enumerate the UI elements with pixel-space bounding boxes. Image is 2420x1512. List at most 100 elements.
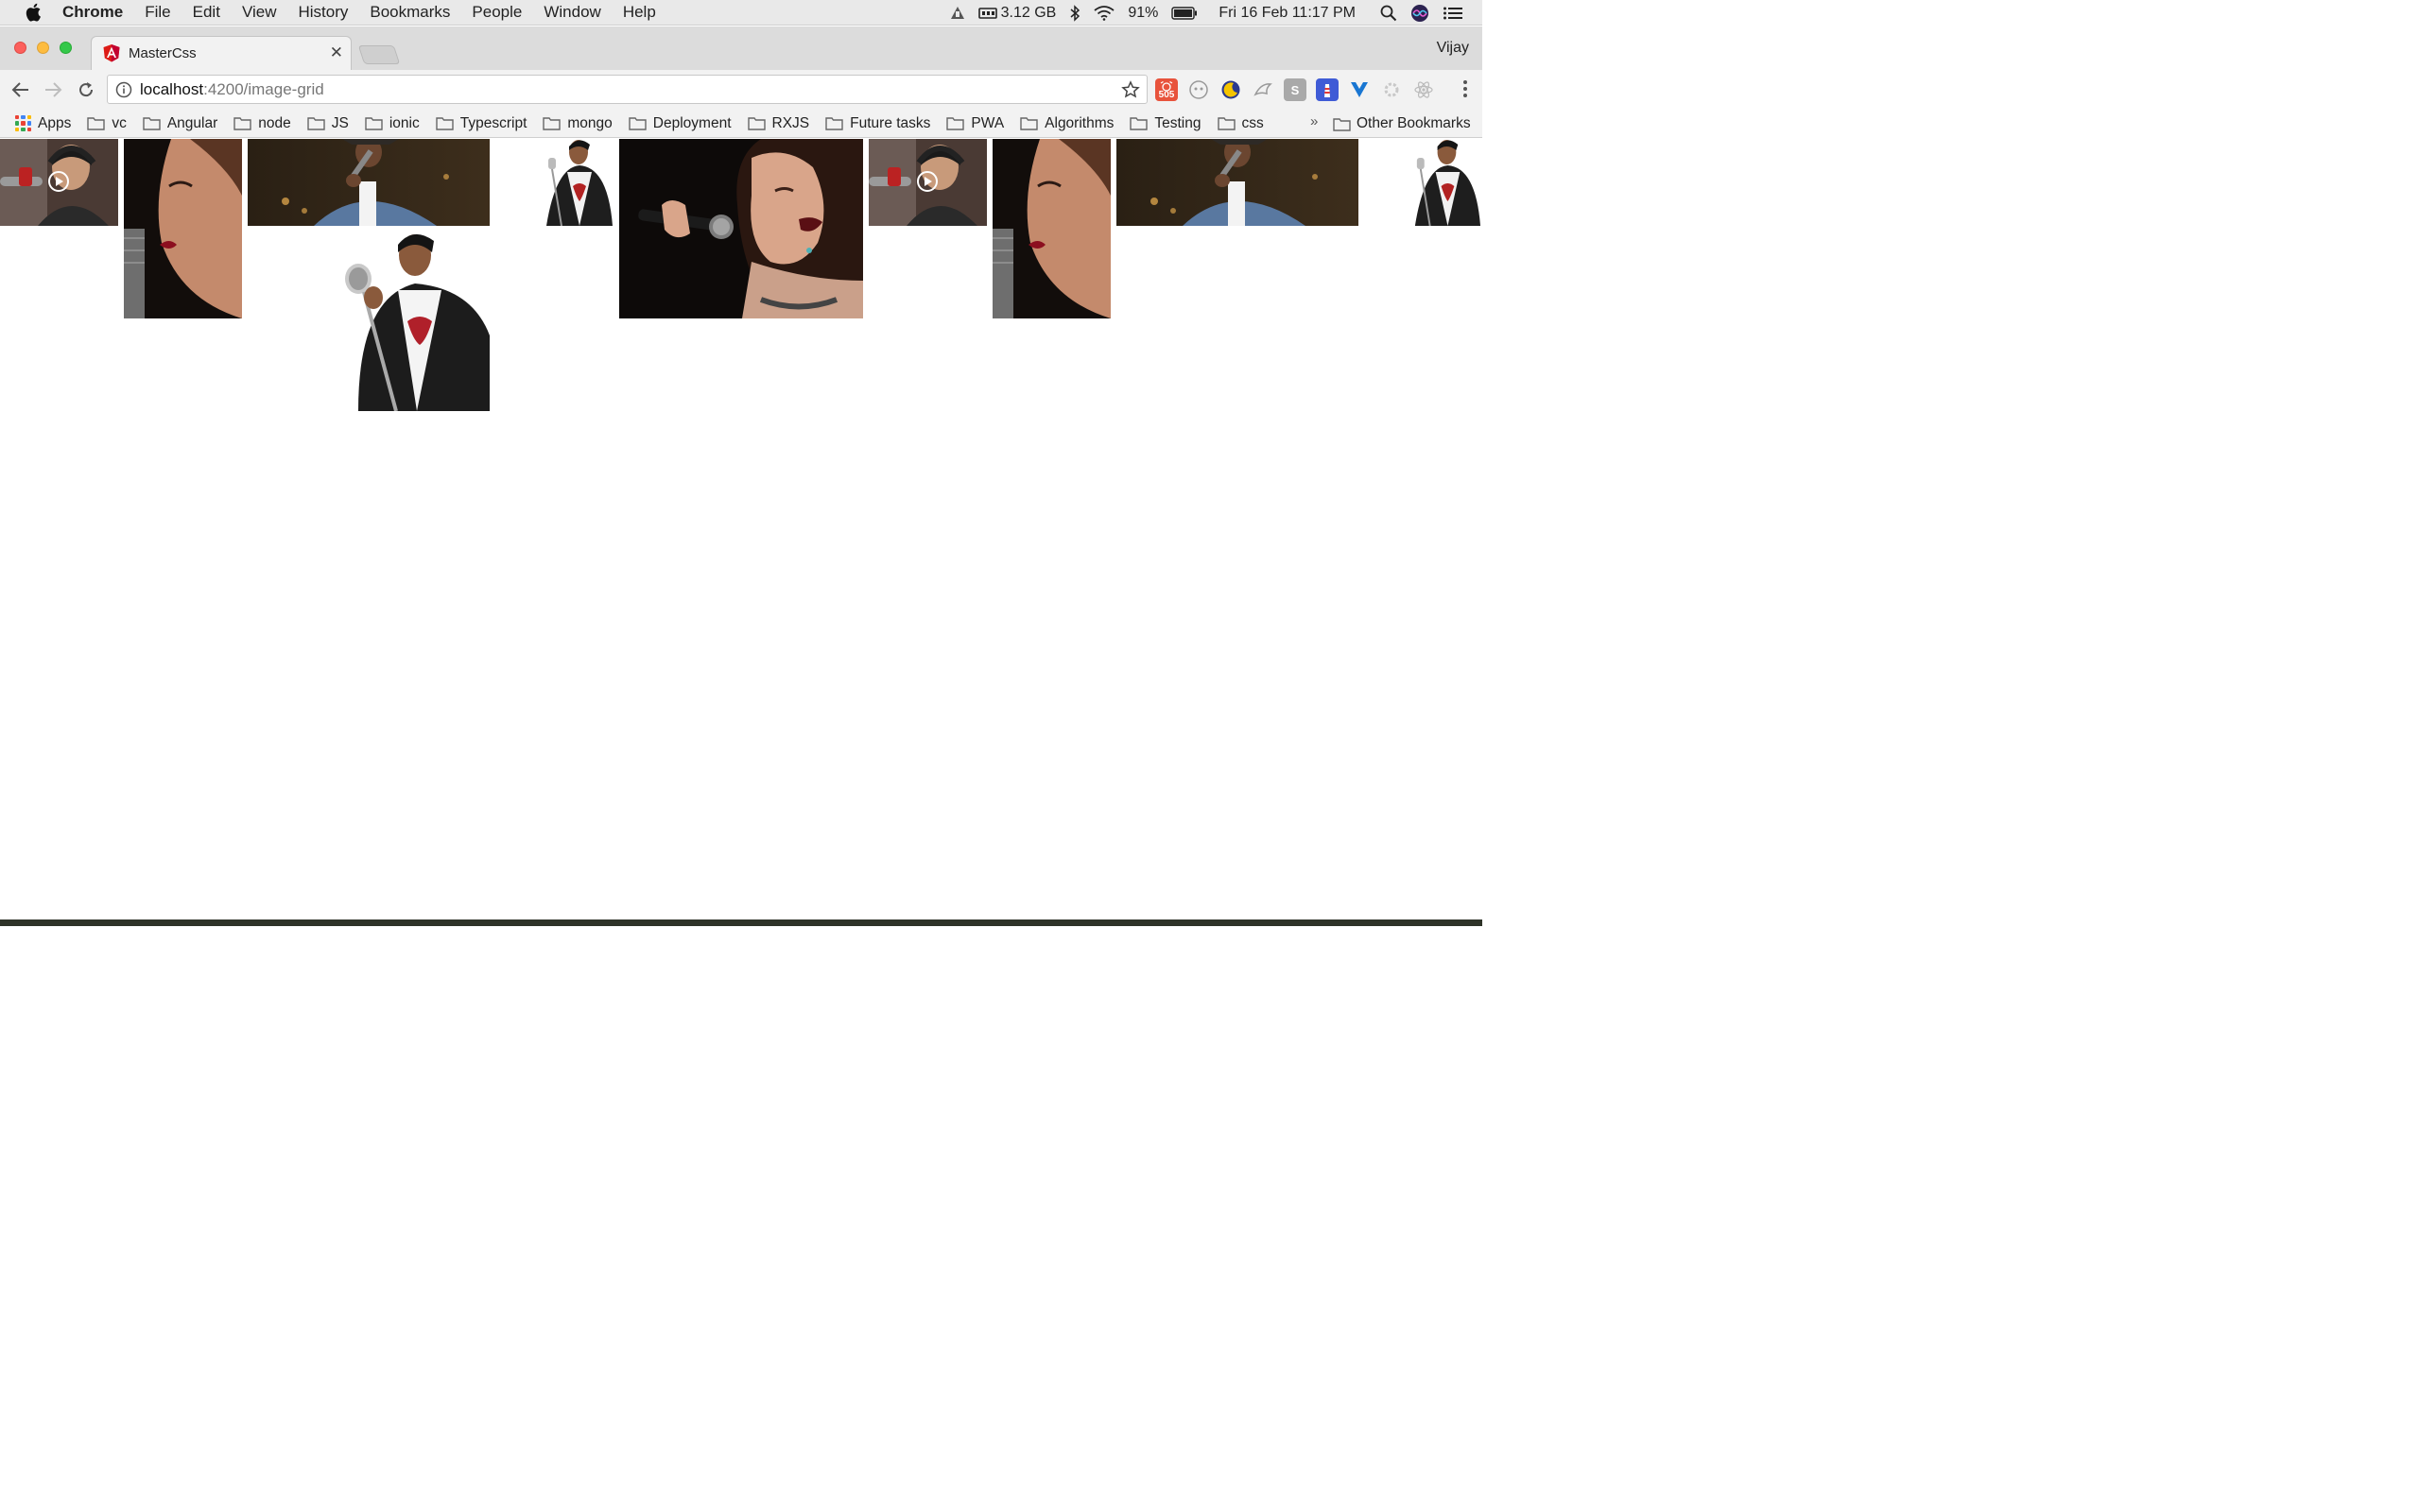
extension-vuetify-icon[interactable] (1348, 78, 1371, 101)
folder-icon (747, 117, 766, 130)
bookmark-label: node (258, 114, 291, 131)
grid-image-man-suit-small[interactable] (1406, 139, 1482, 226)
tab-title: MasterCss (129, 45, 197, 61)
close-tab-icon[interactable]: ✕ (330, 43, 343, 62)
menu-help[interactable]: Help (623, 3, 656, 22)
grid-image-man-singing-hat[interactable] (1116, 139, 1358, 226)
bookmark-folder[interactable]: RXJS (747, 115, 809, 132)
grid-image-woman-closeup[interactable] (124, 139, 242, 318)
menu-chrome[interactable]: Chrome (62, 3, 123, 22)
desktop-background (0, 919, 1482, 926)
bookmark-label: Angular (166, 114, 218, 131)
notification-center-icon[interactable] (1443, 6, 1463, 21)
grid-image-man-suit-vintage-mic[interactable] (339, 232, 490, 411)
grid-image-singer-headphones[interactable] (0, 139, 118, 226)
bluetooth-icon[interactable] (1069, 4, 1080, 22)
image-grid-page (0, 139, 1482, 919)
bookmark-folder[interactable]: Testing (1130, 115, 1201, 132)
menu-view[interactable]: View (242, 3, 277, 22)
bookmark-folder[interactable]: node (233, 114, 291, 132)
bookmark-star-icon[interactable] (1121, 80, 1140, 99)
bookmark-label: Deployment (652, 114, 732, 131)
bookmark-label: css (1241, 114, 1264, 131)
bookmark-folder[interactable]: vc (87, 115, 127, 132)
forward-arrow-icon[interactable] (43, 79, 63, 100)
bookmark-folder[interactable]: Angular (143, 115, 217, 132)
bookmark-label: Algorithms (1045, 114, 1115, 131)
drive-icon[interactable] (950, 6, 965, 21)
close-window-button[interactable] (14, 42, 26, 54)
extension-s-icon[interactable]: S (1284, 78, 1306, 101)
tab-mastercss[interactable]: MasterCss ✕ (91, 36, 352, 70)
bookmark-folder[interactable]: Typescript (436, 115, 527, 132)
menu-bookmarks[interactable]: Bookmarks (370, 3, 450, 22)
grid-image-woman-closeup[interactable] (993, 139, 1111, 318)
folder-icon (365, 117, 383, 130)
folder-icon (143, 117, 161, 130)
new-tab-button[interactable] (357, 45, 401, 64)
folder-icon (1020, 117, 1038, 130)
address-bar[interactable]: localhost:4200/image-grid (107, 75, 1148, 104)
apps-grid-icon (15, 115, 31, 131)
folder-icon (233, 117, 251, 130)
grid-image-singer-headphones[interactable] (869, 139, 987, 226)
grid-image-woman-singing[interactable] (619, 139, 863, 318)
extension-bird-icon[interactable] (1252, 78, 1274, 101)
menu-edit[interactable]: Edit (193, 3, 220, 22)
extension-lighthouse-icon[interactable] (1316, 78, 1339, 101)
folder-icon (1130, 117, 1149, 130)
back-arrow-icon[interactable] (10, 79, 31, 100)
bookmark-other-bookmarks[interactable]: Other Bookmarks (1333, 110, 1471, 138)
bookmark-folder[interactable]: JS (307, 115, 349, 132)
bookmark-apps[interactable]: Apps (15, 115, 71, 132)
clock[interactable]: Fri 16 Feb 11:17 PM (1219, 5, 1356, 22)
extension-ghost-icon[interactable] (1187, 78, 1210, 101)
bookmark-folder[interactable]: mongo (543, 114, 613, 132)
extension-alarm-icon[interactable]: 505 (1155, 78, 1178, 101)
bookmark-label: vc (112, 114, 127, 131)
extension-react-icon[interactable] (1412, 78, 1435, 101)
apple-icon[interactable] (23, 3, 43, 22)
extension-moon-icon[interactable] (1219, 78, 1242, 101)
spotlight-search-icon[interactable] (1380, 5, 1397, 22)
menu-people[interactable]: People (472, 3, 522, 22)
reload-icon[interactable] (76, 79, 96, 100)
bookmark-label: Typescript (459, 114, 527, 131)
bookmark-label: Future tasks (850, 114, 931, 131)
memory-chip-icon[interactable]: 3.12 GB (977, 5, 1056, 22)
grid-image-man-singing-hat[interactable] (248, 139, 490, 226)
siri-icon[interactable] (1410, 4, 1429, 23)
menu-window[interactable]: Window (544, 3, 600, 22)
bookmark-label: mongo (567, 114, 613, 131)
bookmark-folder[interactable]: Deployment (629, 115, 732, 132)
folder-icon (1217, 117, 1236, 130)
bookmark-label: Testing (1154, 114, 1201, 131)
chevron-more-bookmarks-icon[interactable]: » (1310, 113, 1318, 129)
folder-icon (87, 117, 106, 130)
battery-icon[interactable] (1171, 6, 1198, 20)
browser-toolbar: localhost:4200/image-grid 505 S (0, 70, 1482, 110)
wifi-icon[interactable] (1094, 5, 1115, 21)
folder-icon (436, 117, 454, 130)
bookmark-folder[interactable]: Algorithms (1020, 115, 1114, 132)
folder-icon (307, 117, 325, 130)
battery-percent: 91% (1128, 4, 1159, 21)
extension-gear-icon[interactable] (1380, 78, 1403, 101)
bookmark-folder[interactable]: PWA (946, 115, 1004, 132)
grid-image-man-suit-small[interactable] (537, 139, 614, 226)
url-host: localhost (140, 79, 204, 98)
bookmark-folder[interactable]: ionic (365, 115, 420, 132)
angular-favicon-icon (103, 44, 120, 62)
menu-history[interactable]: History (298, 3, 348, 22)
bookmark-label: Apps (38, 114, 72, 131)
profile-name[interactable]: Vijay (1437, 40, 1469, 57)
bookmark-folder[interactable]: css (1217, 114, 1264, 132)
macos-menu-bar: Chrome File Edit View History Bookmarks … (0, 0, 1482, 26)
info-icon[interactable] (115, 81, 132, 98)
minimize-window-button[interactable] (37, 42, 49, 54)
bookmark-folder[interactable]: Future tasks (825, 115, 930, 132)
folder-icon (543, 117, 562, 130)
more-options-icon[interactable] (1462, 79, 1468, 98)
menu-file[interactable]: File (145, 3, 170, 22)
maximize-window-button[interactable] (60, 42, 72, 54)
